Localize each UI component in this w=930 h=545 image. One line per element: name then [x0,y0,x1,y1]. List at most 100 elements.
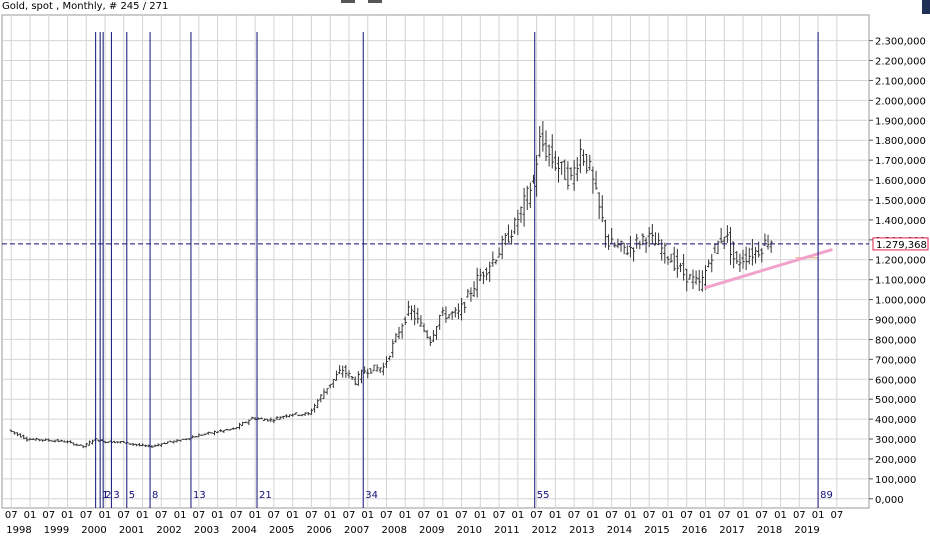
chart-window: Gold, spot , Monthly, # 245 / 271 0,000 1… [0,0,930,545]
plot-area [1,14,870,509]
x-tick-label: 07 [755,510,768,521]
x-tick-label: 07 [305,510,318,521]
x-tick-label: 01 [61,510,74,521]
x-tick-label: 01 [699,510,712,521]
x-year-label: 2004 [231,525,256,536]
x-year-label: 2008 [382,525,407,536]
x-year-label: 2016 [682,525,707,536]
x-tick-label: 01 [211,510,224,521]
chart-plot[interactable]: 0,000 100,000 200,000 300,000 400,000 500,000… [0,0,930,545]
x-year-label: 2003 [194,525,219,536]
x-tick-label: 07 [418,510,431,521]
x-tick-label: 01 [136,510,149,521]
y-tick-label: 1.100,000 [875,276,926,287]
current-price-label: 1.279,368 [876,240,927,251]
fib-time-label: 8 [152,490,158,501]
x-tick-label: 01 [249,510,262,521]
x-year-label: 2009 [419,525,444,536]
y-tick-label: 1.400,000 [875,216,926,227]
x-tick-label: 07 [493,510,506,521]
y-tick-label: 0,000 [875,495,904,506]
y-tick-label: 700,000 [875,355,916,366]
y-tick-label: 1.600,000 [875,176,926,187]
x-tick-label: 01 [324,510,337,521]
x-tick-label: 07 [192,510,205,521]
x-tick-label: 07 [5,510,18,521]
x-tick-label: 07 [343,510,356,521]
x-year-label: 2007 [344,525,369,536]
x-tick-label: 01 [737,510,750,521]
x-year-label: 2015 [644,525,669,536]
x-tick-label: 01 [286,510,299,521]
x-tick-label: 07 [793,510,806,521]
x-tick-label: 01 [174,510,187,521]
y-tick-label: 1.700,000 [875,156,926,167]
x-tick-label: 01 [511,510,524,521]
fib-time-label: 3 [113,490,119,501]
y-tick-label: 500,000 [875,395,916,406]
y-tick-label: 800,000 [875,335,916,346]
y-tick-label: 1.500,000 [875,196,926,207]
x-year-label: 2002 [156,525,181,536]
x-tick-label: 01 [474,510,487,521]
x-year-label: 2001 [119,525,144,536]
x-tick-label: 07 [117,510,130,521]
x-tick-label: 07 [568,510,581,521]
x-year-label: 2005 [269,525,294,536]
x-tick-label: 07 [380,510,393,521]
y-tick-label: 300,000 [875,435,916,446]
x-tick-label: 01 [624,510,637,521]
x-tick-label: 01 [662,510,675,521]
x-tick-label: 01 [361,510,374,521]
x-tick-label: 07 [605,510,618,521]
y-tick-label: 900,000 [875,316,916,327]
x-year-label: 2013 [569,525,594,536]
y-tick-label: 400,000 [875,415,916,426]
x-tick-label: 07 [155,510,168,521]
x-year-label: 1998 [6,525,31,536]
x-tick-label: 07 [455,510,468,521]
y-tick-label: 600,000 [875,375,916,386]
x-tick-label: 07 [718,510,731,521]
y-tick-label: 1.900,000 [875,116,926,127]
x-year-label: 2012 [532,525,557,536]
y-tick-label: 2.300,000 [875,37,926,48]
x-year-label: 2010 [457,525,482,536]
fib-time-label: 13 [193,490,206,501]
fib-time-label: 2 [105,490,111,501]
x-tick-label: 07 [530,510,543,521]
x-tick-label: 01 [549,510,562,521]
x-tick-label: 01 [399,510,412,521]
x-year-label: 2011 [494,525,519,536]
x-year-label: 1999 [44,525,69,536]
x-tick-label: 01 [774,510,787,521]
x-tick-label: 07 [230,510,243,521]
x-tick-label: 07 [268,510,281,521]
y-tick-label: 1.200,000 [875,256,926,267]
y-tick-label: 200,000 [875,455,916,466]
x-tick-label: 07 [680,510,693,521]
x-tick-label: 01 [812,510,825,521]
y-tick-label: 100,000 [875,475,916,486]
x-tick-label: 01 [436,510,449,521]
x-tick-label: 07 [830,510,843,521]
x-year-label: 2017 [719,525,744,536]
x-tick-label: 07 [80,510,93,521]
fib-time-label: 55 [537,490,550,501]
fib-time-label: 89 [820,490,833,501]
fib-time-label: 5 [129,490,135,501]
fib-time-label: 34 [365,490,378,501]
x-tick-label: 01 [587,510,600,521]
y-tick-label: 1.800,000 [875,136,926,147]
x-year-label: 2006 [306,525,331,536]
x-year-label: 2018 [757,525,782,536]
x-tick-label: 07 [643,510,656,521]
y-tick-label: 2.000,000 [875,96,926,107]
y-tick-label: 2.100,000 [875,76,926,87]
x-year-label: 2019 [794,525,819,536]
y-tick-label: 1.000,000 [875,296,926,307]
x-tick-label: 01 [24,510,37,521]
x-year-label: 2014 [607,525,632,536]
fib-time-label: 21 [259,490,272,501]
y-tick-label: 2.200,000 [875,57,926,68]
